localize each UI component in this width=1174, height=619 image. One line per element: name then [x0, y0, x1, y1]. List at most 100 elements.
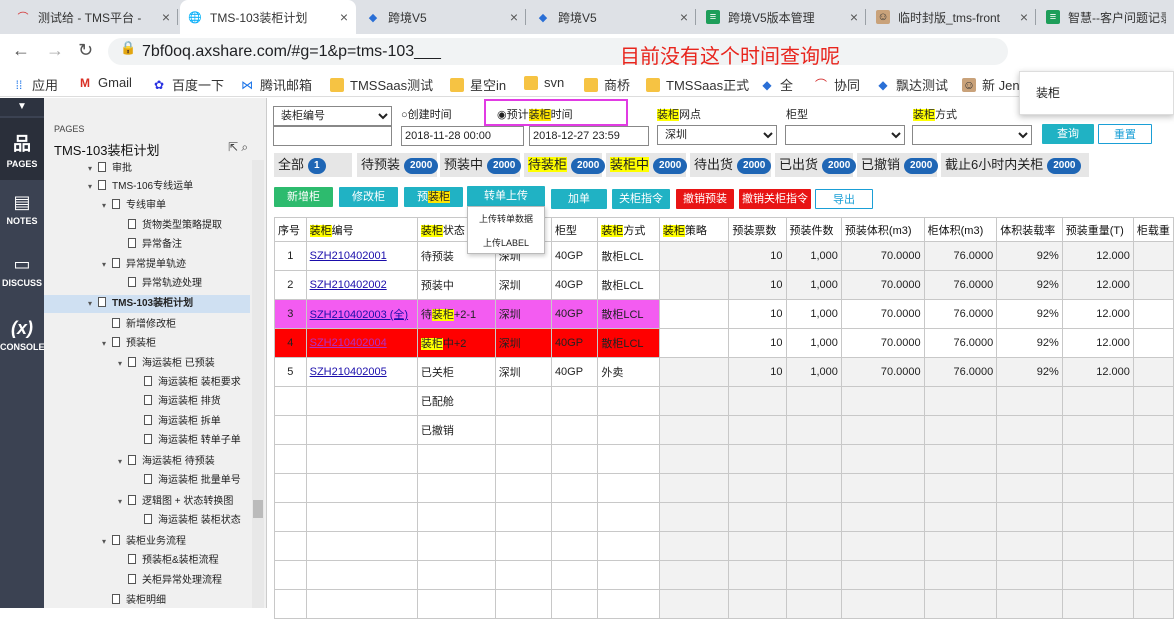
- close-icon[interactable]: ×: [162, 9, 170, 25]
- status-tab[interactable]: 待预装 2000: [357, 153, 439, 177]
- search-field-select[interactable]: 装柜编号: [273, 106, 392, 126]
- cancel-close-command-button[interactable]: 撤销关柜指令: [739, 189, 811, 209]
- table-row[interactable]: [274, 473, 1174, 503]
- chevron-down-icon[interactable]: ▾: [118, 355, 128, 373]
- tree-item[interactable]: ▾ TMS-106专线运单: [44, 178, 250, 196]
- browser-tab[interactable]: ⌒ 测试给 - TMS平台 - ×: [8, 0, 178, 34]
- tree-item[interactable]: 海运装柜 装柜状态: [44, 512, 250, 530]
- preload-button[interactable]: 预装柜: [404, 187, 463, 207]
- tree-item-selected[interactable]: ▾ TMS-103装柜计划: [44, 295, 250, 313]
- chevron-down-icon[interactable]: ▾: [88, 178, 98, 196]
- browser-tab[interactable]: ◆ 跨境V5 ×: [358, 0, 526, 34]
- close-icon[interactable]: ×: [850, 9, 858, 25]
- cell-code[interactable]: SZH210402003 (全): [305, 299, 418, 329]
- back-arrow-icon[interactable]: ←: [12, 40, 30, 61]
- chevron-down-icon[interactable]: ▾: [102, 256, 112, 274]
- browser-tab[interactable]: ◆ 跨境V5 ×: [528, 0, 696, 34]
- tree-item[interactable]: 海运装柜 装柜要求: [44, 374, 250, 392]
- tree-item[interactable]: 新增修改柜: [44, 316, 250, 334]
- close-icon[interactable]: ×: [340, 9, 348, 25]
- bookmark-qqmail[interactable]: ⋈ 腾讯邮箱: [240, 75, 312, 94]
- status-tab[interactable]: 装柜中 2000: [606, 153, 688, 177]
- table-row[interactable]: 5 SZH210402005 已关柜 深圳 40GP 外卖 10 1,000 70.0000 76…: [274, 357, 1174, 387]
- status-tab[interactable]: 待出货 2000: [690, 153, 772, 177]
- browser-tab[interactable]: ☺ 临时封版_tms-front ×: [868, 0, 1036, 34]
- bookmark-quan[interactable]: ◆ 全: [760, 75, 793, 94]
- cell-code[interactable]: SZH210402005: [305, 357, 418, 387]
- close-command-button[interactable]: 关柜指令: [612, 189, 670, 209]
- tree-item[interactable]: 货物类型策略提取: [44, 217, 250, 235]
- add-order-button[interactable]: 加单: [551, 189, 607, 209]
- search-icon[interactable]: ⌕: [241, 140, 248, 154]
- export-button[interactable]: 导出: [815, 189, 873, 209]
- reset-button[interactable]: 重置: [1098, 124, 1152, 144]
- tree-scrollbar-thumb[interactable]: [253, 500, 263, 518]
- chevron-down-icon[interactable]: ▾: [102, 197, 112, 215]
- status-tab[interactable]: 待装柜 2000: [524, 153, 606, 177]
- bookmark-piaoda[interactable]: ◆ 飘达测试: [876, 75, 948, 94]
- export-icon[interactable]: ⇱: [228, 140, 238, 154]
- status-tab[interactable]: 预装中 2000: [440, 153, 522, 177]
- status-tab[interactable]: 全部 1: [274, 153, 352, 177]
- bookmark-gmail[interactable]: M Gmail: [78, 75, 132, 90]
- browser-tab[interactable]: ≡ 智慧--客户问题记录: [1038, 0, 1174, 34]
- cell-code[interactable]: SZH210402004: [305, 328, 418, 358]
- menu-item-upload-transfer[interactable]: 上传转单数据: [468, 207, 544, 231]
- status-tab[interactable]: 截止6小时内关柜 2000: [941, 153, 1089, 177]
- chevron-down-icon[interactable]: ▾: [118, 453, 128, 471]
- tree-item[interactable]: 异常轨迹处理: [44, 275, 250, 293]
- tree-item[interactable]: ▾ 专线审单: [44, 197, 250, 215]
- table-row[interactable]: 已配舱: [274, 386, 1174, 416]
- edit-cabinet-button[interactable]: 修改柜: [339, 187, 398, 207]
- tree-item[interactable]: 海运装柜 拆单: [44, 413, 250, 431]
- tree-item[interactable]: ▾ 预装柜: [44, 335, 250, 353]
- network-select[interactable]: 深圳: [657, 125, 777, 145]
- tree-item[interactable]: ▾ 装柜业务流程: [44, 533, 250, 551]
- tree-item[interactable]: ▾ 逻辑图 + 状态转换图: [44, 493, 250, 511]
- transfer-upload-button[interactable]: 转单上传: [467, 186, 545, 208]
- chevron-down-icon[interactable]: ▾: [102, 533, 112, 551]
- status-tab[interactable]: 已撤销 2000: [857, 153, 939, 177]
- cell-code[interactable]: SZH210402001: [305, 241, 418, 271]
- close-icon[interactable]: ×: [1020, 9, 1028, 25]
- tree-item[interactable]: ▾ 异常提单轨迹: [44, 256, 250, 274]
- table-row[interactable]: 已撤销: [274, 415, 1174, 445]
- bookmark-jenkins[interactable]: ☺ 新 Jen: [962, 75, 1020, 94]
- table-row[interactable]: [274, 444, 1174, 474]
- tree-item[interactable]: 异常备注: [44, 236, 250, 254]
- table-row[interactable]: [274, 502, 1174, 532]
- cabinet-code-link[interactable]: SZH210402004: [310, 337, 387, 349]
- table-row[interactable]: 3 SZH210402003 (全) 待装柜+2-1 深圳 40GP 散柜LCL 10 1,0…: [274, 299, 1174, 329]
- radio-create-time[interactable]: ○创建时间: [401, 106, 452, 122]
- close-icon[interactable]: ×: [680, 9, 688, 25]
- bookmark-shangqiao[interactable]: 商桥: [584, 75, 630, 94]
- bookmark-apps[interactable]: ⁞⁞ 应用: [12, 75, 58, 94]
- bookmark-baidu[interactable]: ✿ 百度一下: [152, 75, 224, 94]
- rail-console[interactable]: (x) CONSOLE: [0, 318, 45, 362]
- rail-discuss[interactable]: ▭ DISCUSS: [0, 254, 44, 298]
- bookmark-tmssaas-prod[interactable]: TMSSaas正式: [646, 75, 749, 94]
- forward-arrow-icon[interactable]: →: [46, 40, 64, 61]
- chevron-down-icon[interactable]: ▾: [88, 295, 98, 313]
- collapse-chevron-icon[interactable]: ▼: [0, 98, 44, 116]
- tree-scrollbar[interactable]: [252, 160, 264, 608]
- date-from-input[interactable]: [401, 126, 524, 146]
- search-keyword-input[interactable]: [273, 126, 392, 146]
- tree-item[interactable]: ▾ 海运装柜 待预装: [44, 453, 250, 471]
- tree-item[interactable]: ▾ 海运装柜 已预装: [44, 355, 250, 373]
- table-row[interactable]: [274, 531, 1174, 561]
- tree-item[interactable]: 预装柜&装柜流程: [44, 552, 250, 570]
- chevron-down-icon[interactable]: ▾: [102, 335, 112, 353]
- chevron-down-icon[interactable]: ▾: [88, 160, 98, 178]
- table-row[interactable]: 2 SZH210402002 预装中 深圳 40GP 散柜LCL 10 1,000 70.000…: [274, 270, 1174, 300]
- close-icon[interactable]: ×: [510, 9, 518, 25]
- browser-tab-active[interactable]: 🌐 TMS-103装柜计划 ×: [180, 0, 356, 34]
- status-tab[interactable]: 已出货 2000: [775, 153, 857, 177]
- chevron-down-icon[interactable]: ▾: [118, 493, 128, 511]
- cabinet-code-link[interactable]: SZH210402001: [310, 250, 387, 262]
- bookmark-xingkong[interactable]: 星空in: [450, 75, 506, 94]
- query-button[interactable]: 查询: [1042, 124, 1094, 144]
- menu-item-upload-label[interactable]: 上传LABEL: [468, 231, 544, 255]
- method-select[interactable]: [912, 125, 1032, 145]
- tree-item[interactable]: 装柜明细: [44, 592, 250, 608]
